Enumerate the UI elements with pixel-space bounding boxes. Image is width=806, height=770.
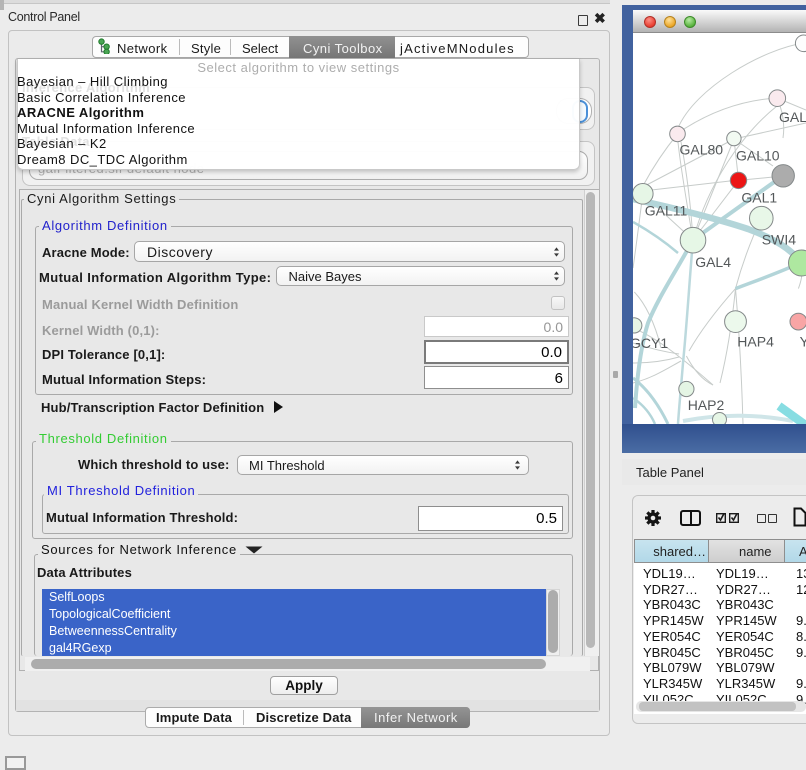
svg-text:HAP2: HAP2 xyxy=(688,397,725,413)
svg-text:GAL1: GAL1 xyxy=(741,190,777,206)
svg-text:GAL4: GAL4 xyxy=(695,254,731,270)
svg-text:GAL7: GAL7 xyxy=(779,109,806,125)
svg-text:GAL11: GAL11 xyxy=(645,203,688,219)
svg-text:Y: Y xyxy=(800,334,806,350)
svg-text:HAP4: HAP4 xyxy=(737,334,774,350)
svg-text:GAL80: GAL80 xyxy=(680,142,724,158)
svg-text:SWI4: SWI4 xyxy=(762,232,796,248)
svg-text:GAL10: GAL10 xyxy=(736,148,780,164)
svg-text:GCY1: GCY1 xyxy=(633,335,668,351)
